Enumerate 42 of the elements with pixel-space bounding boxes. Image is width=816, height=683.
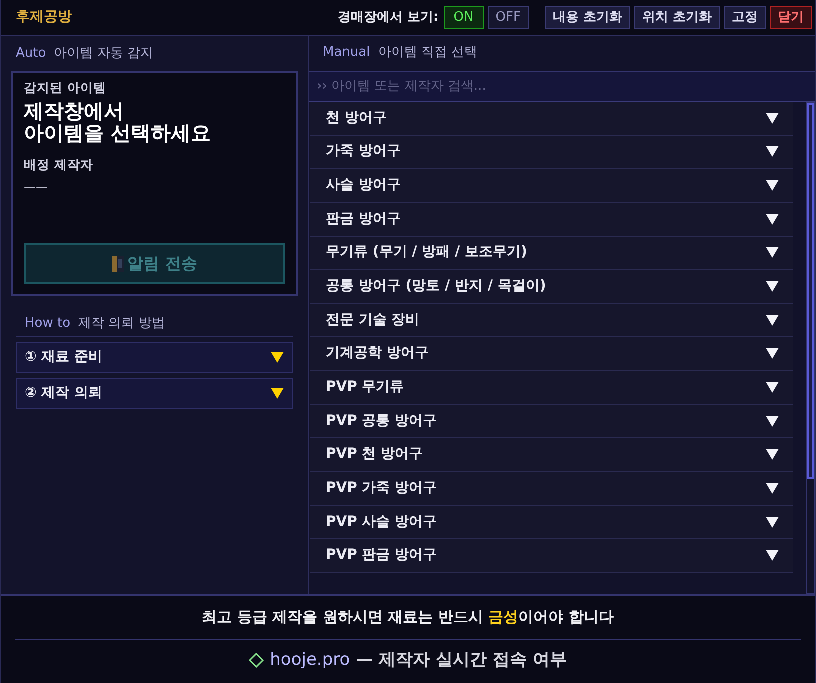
category-item[interactable]: PVP 무기류 xyxy=(310,371,793,405)
category-item[interactable]: 전문 기술 장비 xyxy=(310,304,793,338)
section-tag: How to xyxy=(25,314,71,336)
app-title: 후제공방 xyxy=(16,8,72,27)
category-item[interactable]: PVP 가죽 방어구 xyxy=(310,472,793,506)
category-item[interactable]: 가죽 방어구 xyxy=(310,136,793,170)
toggle-option[interactable]: OFF xyxy=(488,6,529,29)
scrollbar-thumb[interactable] xyxy=(807,103,814,479)
category-item[interactable]: 천 방어구 xyxy=(310,102,793,136)
assigned-label: 배정 제작자 xyxy=(24,156,94,174)
category-item[interactable]: PVP 천 방어구 xyxy=(310,438,793,472)
notice-text: 최고 등급 제작을 원하시면 재료는 반드시 금성이어야 합니다 xyxy=(201,607,615,628)
toolbar-button[interactable]: 고정 xyxy=(724,6,766,29)
picture-icon xyxy=(112,256,124,272)
section-title: 아이템 직접 선택 xyxy=(378,44,478,62)
category-item[interactable]: 기계공학 방어구 xyxy=(310,337,793,372)
site-link[interactable]: hooje.pro xyxy=(270,650,350,670)
step-item[interactable]: ① 재료 준비 xyxy=(16,342,293,373)
category-item[interactable]: 판금 방어구 xyxy=(310,202,793,237)
search-field[interactable]: ›› 아이템 또는 제작자 검색... xyxy=(309,72,815,102)
toolbar-button[interactable]: 내용 초기화 xyxy=(544,6,630,29)
close-button[interactable]: 닫기 xyxy=(770,6,812,29)
category-item[interactable]: 공통 방어구 (망토 / 반지 / 목걸이) xyxy=(310,270,793,304)
detected-value: 제작창에서 아이템을 선택하세요 xyxy=(24,100,212,144)
toolbar-button[interactable]: 위치 초기화 xyxy=(634,6,720,29)
toggle-option[interactable]: ON xyxy=(444,6,484,29)
assigned-value: —— xyxy=(24,178,49,196)
diamond-icon xyxy=(249,652,264,668)
category-item[interactable]: PVP 공통 방어구 xyxy=(310,404,793,438)
status-text: hooje.pro — 제작자 실시간 접속 여부 xyxy=(270,648,567,672)
section-tag: Auto xyxy=(16,44,46,71)
section-title: 아이템 자동 감지 xyxy=(54,45,154,63)
section-tag: Manual xyxy=(323,43,370,71)
scrollbar[interactable] xyxy=(806,102,815,594)
category-item[interactable]: PVP 판금 방어구 xyxy=(310,539,793,573)
category-item[interactable]: 사슬 방어구 xyxy=(310,169,793,203)
category-item[interactable]: 무기류 (무기 / 방패 / 보조무기) xyxy=(310,236,793,270)
detected-label: 감지된 아이템 xyxy=(24,79,108,97)
category-item[interactable]: PVP 사슬 방어구 xyxy=(310,506,793,540)
step-item[interactable]: ② 제작 의뢰 xyxy=(16,378,293,409)
view-label: 경매장에서 보기: xyxy=(338,8,439,27)
section-title: 제작 의뢰 방법 xyxy=(78,315,165,333)
